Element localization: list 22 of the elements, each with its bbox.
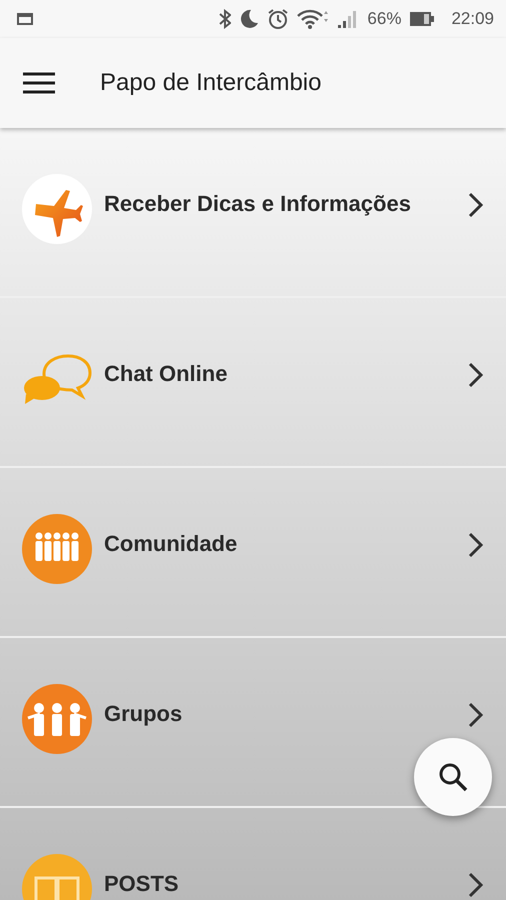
moon-icon xyxy=(239,9,260,29)
plane-icon xyxy=(22,174,92,244)
menu-item[interactable]: Comunidade xyxy=(0,468,506,638)
app-title: Papo de Intercâmbio xyxy=(100,68,322,98)
chevron-right-icon xyxy=(468,362,484,388)
wifi-icon xyxy=(297,9,330,29)
menu-item[interactable]: Chat Online xyxy=(0,298,506,468)
search-icon xyxy=(437,761,469,793)
chevron-right-icon xyxy=(468,532,484,558)
menu-icon[interactable] xyxy=(22,71,56,95)
chevron-right-icon xyxy=(468,192,484,218)
group-hug-icon xyxy=(22,684,92,754)
chevron-right-icon xyxy=(468,702,484,728)
battery-icon xyxy=(409,10,436,28)
chevron-right-icon xyxy=(468,872,484,898)
battery-percentage: 66% xyxy=(367,8,402,30)
clock-time: 22:09 xyxy=(451,8,494,30)
image-notification-icon xyxy=(16,12,34,26)
menu-item[interactable]: Receber Dicas e Informações xyxy=(0,128,506,298)
alarm-icon xyxy=(267,8,290,30)
bluetooth-icon xyxy=(219,9,232,29)
crowd-icon xyxy=(22,514,92,584)
